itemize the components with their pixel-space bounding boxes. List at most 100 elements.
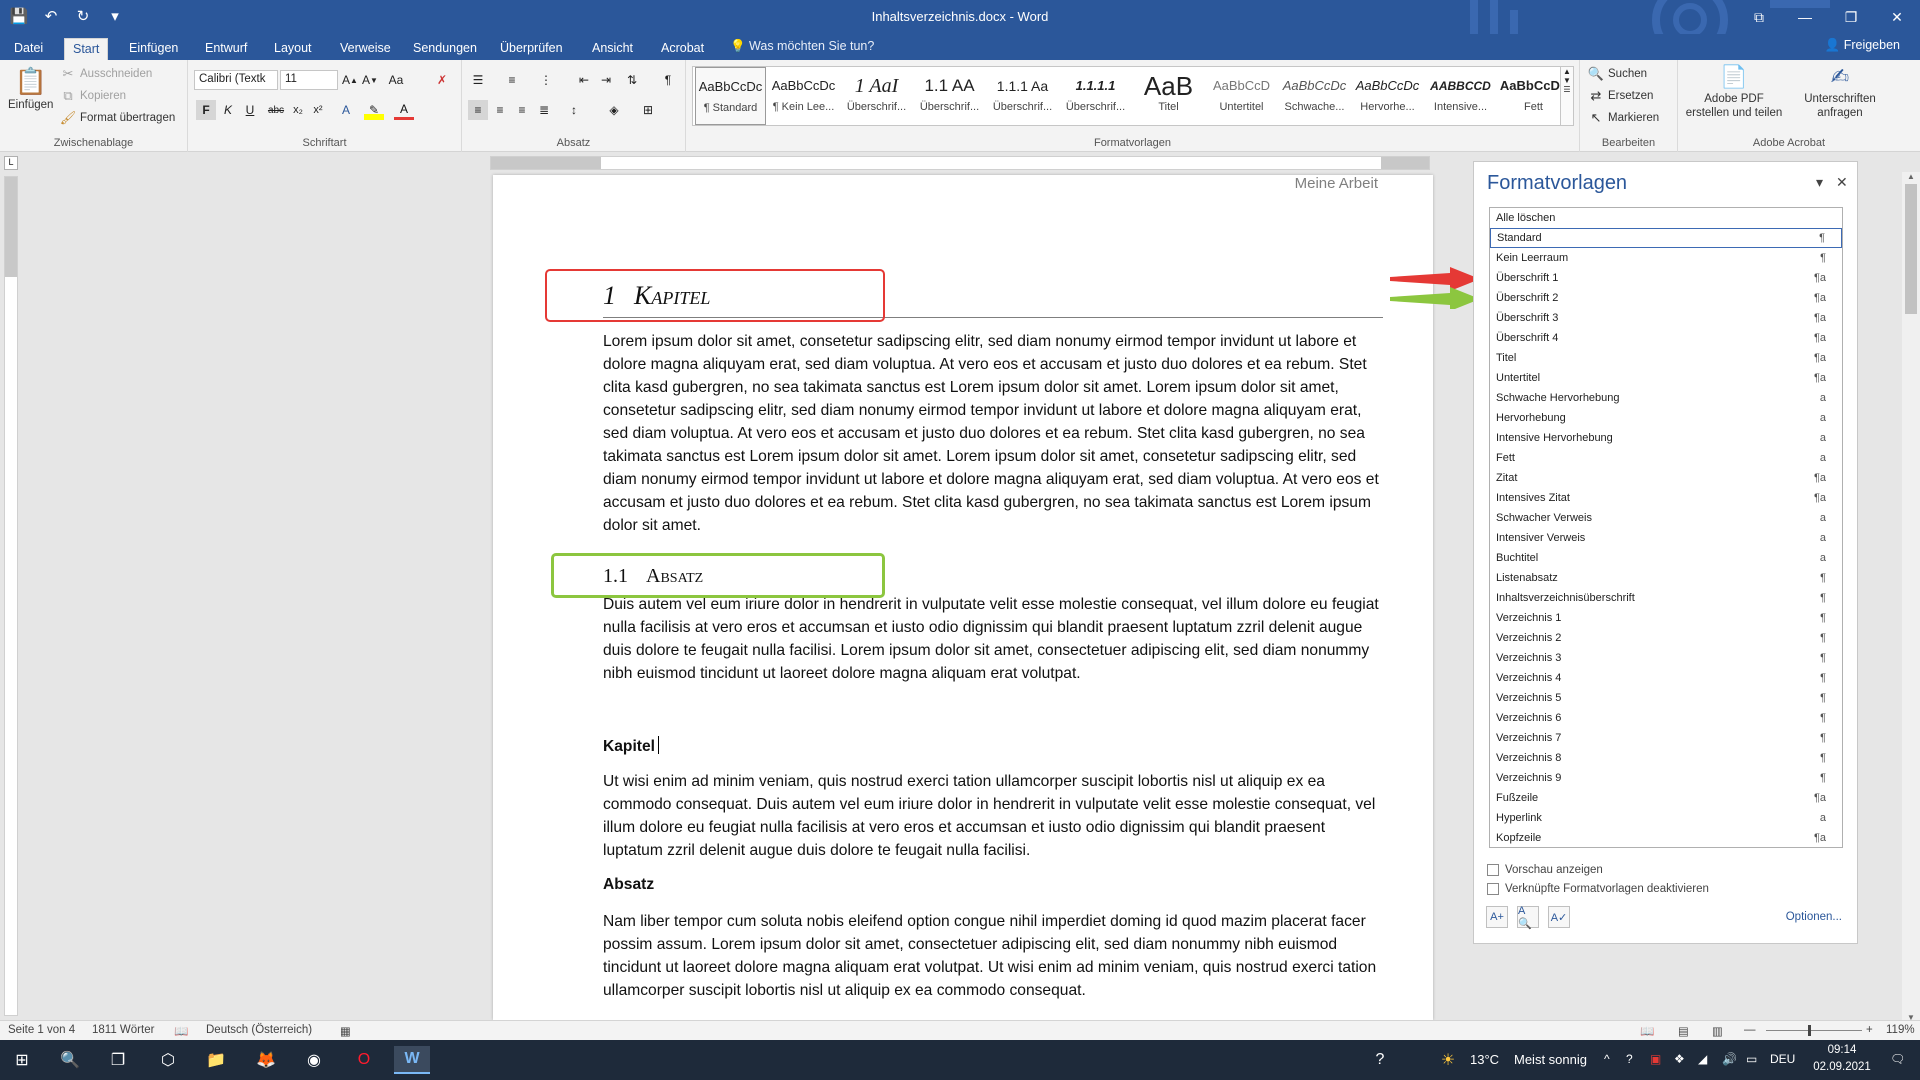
tab-sendungen[interactable]: Sendungen [405, 38, 485, 60]
tray-chevron-icon[interactable]: ^ [1604, 1052, 1610, 1066]
zoom-level[interactable]: 119% [1886, 1024, 1915, 1036]
maximize-button[interactable]: ❐ [1828, 0, 1874, 34]
tab-selector[interactable]: L [4, 156, 18, 170]
web-layout-icon[interactable]: ▥ [1712, 1024, 1723, 1038]
style-tile-ueberschrift-4[interactable]: 1.1.1.1 Überschrif... [1060, 67, 1131, 125]
style-tile-titel[interactable]: AaB Titel [1133, 67, 1204, 125]
multilevel-list-icon[interactable]: ⋮ [536, 70, 556, 90]
style-item[interactable]: Intensives Zitat ¶a [1490, 488, 1842, 508]
style-item[interactable]: Verzeichnis 7 ¶ [1490, 728, 1842, 748]
minimize-button[interactable]: — [1782, 0, 1828, 34]
style-item[interactable]: Verzeichnis 5 ¶ [1490, 688, 1842, 708]
style-item[interactable]: Fett a [1490, 448, 1842, 468]
sort-icon[interactable]: ⇅ [622, 70, 642, 90]
input-language[interactable]: DEU [1770, 1052, 1795, 1066]
change-case-icon[interactable]: Aa [386, 70, 406, 90]
align-center-icon[interactable]: ≡ [490, 100, 510, 120]
style-item[interactable]: Zitat ¶a [1490, 468, 1842, 488]
highlight-icon[interactable]: ✎ [364, 100, 384, 120]
disable-linked-checkbox[interactable]: Verknüpfte Formatvorlagen deaktivieren [1487, 883, 1709, 895]
decrease-indent-icon[interactable]: ⇤ [574, 70, 594, 90]
vertical-scrollbar[interactable]: ▲ ▼ [1902, 172, 1920, 1022]
numbering-icon[interactable]: ≡ [502, 70, 522, 90]
close-button[interactable]: ✕ [1874, 0, 1920, 34]
style-item[interactable]: Kopfzeile ¶a [1490, 828, 1842, 847]
tab-verweise[interactable]: Verweise [332, 38, 399, 60]
font-name-combobox[interactable]: Calibri (Textk [194, 70, 278, 90]
style-inspector-icon[interactable]: A🔍 [1517, 905, 1539, 930]
style-item[interactable]: Hyperlink a [1490, 808, 1842, 828]
style-item[interactable]: Listenabsatz ¶ [1490, 568, 1842, 588]
font-color-icon[interactable]: A [394, 100, 414, 120]
style-item[interactable]: Intensiver Verweis a [1490, 528, 1842, 548]
zoom-out-icon[interactable]: — [1744, 1024, 1756, 1036]
style-item[interactable]: Verzeichnis 4 ¶ [1490, 668, 1842, 688]
weather-icon[interactable]: ☀ [1430, 1046, 1466, 1074]
read-mode-icon[interactable]: 📖 [1640, 1024, 1654, 1038]
copy-button[interactable]: ⧉ Kopieren [60, 88, 126, 104]
zoom-in-icon[interactable]: + [1866, 1024, 1873, 1036]
bullets-icon[interactable]: ☰ [468, 70, 488, 90]
file-explorer-icon[interactable]: 📁 [198, 1046, 234, 1074]
tray-pdf-icon[interactable]: ▣ [1650, 1052, 1661, 1066]
firefox-icon[interactable]: 🦊 [248, 1046, 284, 1074]
style-item[interactable]: Schwacher Verweis a [1490, 508, 1842, 528]
tab-entwurf[interactable]: Entwurf [197, 38, 255, 60]
style-item[interactable]: Inhaltsverzeichnisüberschrift ¶ [1490, 588, 1842, 608]
style-item[interactable]: Untertitel ¶a [1490, 368, 1842, 388]
proofing-icon[interactable]: 📖 [174, 1024, 188, 1038]
style-item[interactable]: Verzeichnis 8 ¶ [1490, 748, 1842, 768]
clock-date[interactable]: 02.09.2021 [1806, 1061, 1878, 1073]
style-item[interactable]: Überschrift 2 ¶a [1490, 288, 1842, 308]
select-button[interactable]: ↖ Markieren [1588, 110, 1660, 126]
network-icon[interactable]: ◢ [1698, 1052, 1707, 1066]
create-pdf-button[interactable]: 📄 Adobe PDF erstellen und teilen [1684, 64, 1784, 120]
style-tile-schwache-hervorhebung[interactable]: AaBbCcDc Schwache... [1279, 67, 1350, 125]
tab-ansicht[interactable]: Ansicht [584, 38, 641, 60]
italic-icon[interactable]: K [218, 100, 238, 120]
zoom-slider[interactable] [1766, 1030, 1862, 1031]
tab-layout[interactable]: Layout [266, 38, 320, 60]
word-count[interactable]: 1811 Wörter [92, 1024, 154, 1036]
format-painter-button[interactable]: 🖌 Format übertragen [60, 110, 176, 126]
style-item[interactable]: Standard ¶ [1490, 228, 1842, 248]
line-spacing-icon[interactable]: ↕ [564, 100, 584, 120]
app-icon[interactable]: ⬡ [150, 1046, 186, 1074]
strikethrough-icon[interactable]: abc [266, 100, 286, 120]
zoom-slider-thumb[interactable] [1808, 1025, 1811, 1036]
increase-indent-icon[interactable]: ⇥ [596, 70, 616, 90]
tab-datei[interactable]: Datei [6, 38, 51, 60]
language-indicator[interactable]: Deutsch (Österreich) [206, 1024, 312, 1036]
scroll-up-icon[interactable]: ▲ [1902, 172, 1920, 181]
cut-button[interactable]: ✂ Ausschneiden [60, 66, 153, 82]
style-tile-ueberschrift-1[interactable]: 1 AaI Überschrif... [841, 67, 912, 125]
show-preview-checkbox[interactable]: Vorschau anzeigen [1487, 864, 1603, 876]
new-style-icon[interactable]: A+ [1486, 906, 1508, 928]
style-item[interactable]: Buchtitel a [1490, 548, 1842, 568]
text-effects-icon[interactable]: A [336, 100, 356, 120]
style-item[interactable]: Schwache Hervorhebung a [1490, 388, 1842, 408]
weather-text[interactable]: Meist sonnig [1514, 1052, 1587, 1067]
underline-icon[interactable]: U [240, 100, 260, 120]
style-tile-ueberschrift-2[interactable]: 1.1 AA Überschrif... [914, 67, 985, 125]
style-item[interactable]: Titel ¶a [1490, 348, 1842, 368]
superscript-icon[interactable]: x² [308, 100, 328, 120]
show-marks-icon[interactable]: ¶ [658, 70, 678, 90]
print-layout-icon[interactable]: ▤ [1678, 1024, 1689, 1038]
style-item[interactable]: Verzeichnis 3 ¶ [1490, 648, 1842, 668]
volume-icon[interactable]: 🔊 [1722, 1052, 1737, 1066]
bold-icon[interactable]: F [196, 100, 216, 120]
manage-styles-icon[interactable]: A✓ [1548, 906, 1570, 928]
clear-formatting-icon[interactable]: ✗ [432, 70, 452, 90]
clock-time[interactable]: 09:14 [1810, 1044, 1874, 1056]
style-item[interactable]: Kein Leerraum ¶ [1490, 248, 1842, 268]
vertical-ruler[interactable] [4, 176, 18, 1016]
shrink-font-icon[interactable]: A ▼ [360, 70, 380, 90]
shading-icon[interactable]: ◈ [604, 100, 624, 120]
windows-start-icon[interactable]: ⊞ [4, 1046, 40, 1074]
style-tile-standard[interactable]: AaBbCcDc ¶ Standard [695, 67, 766, 125]
tab-ueberpruefen[interactable]: Überprüfen [492, 38, 571, 60]
page-count[interactable]: Seite 1 von 4 [8, 1024, 75, 1036]
share-button[interactable]: 👤 Freigeben [1825, 38, 1900, 53]
battery-icon[interactable]: ▭ [1746, 1052, 1757, 1066]
